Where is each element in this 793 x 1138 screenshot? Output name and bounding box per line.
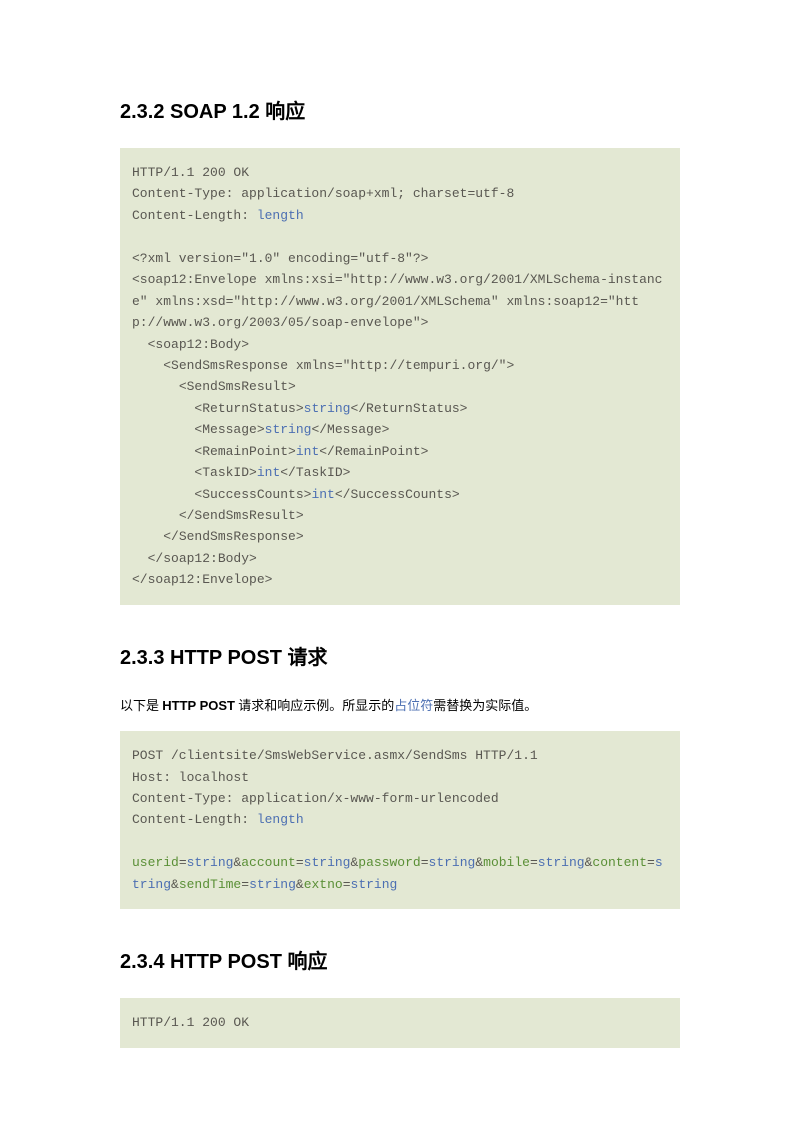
page-content: 2.3.2 SOAP 1.2 响应 HTTP/1.1 200 OK Conten… [0,0,793,1138]
code-block-http-post-request: POST /clientsite/SmsWebService.asmx/Send… [120,731,680,909]
heading-soap12-response: 2.3.2 SOAP 1.2 响应 [120,95,680,124]
heading-http-post-response: 2.3.4 HTTP POST 响应 [120,945,680,974]
heading-http-post-request: 2.3.3 HTTP POST 请求 [120,641,680,670]
code-block-http-post-response: HTTP/1.1 200 OK [120,998,680,1047]
code-block-soap12-response: HTTP/1.1 200 OK Content-Type: applicatio… [120,148,680,605]
description-http-post: 以下是 HTTP POST 请求和响应示例。所显示的占位符需替换为实际值。 [120,694,680,717]
